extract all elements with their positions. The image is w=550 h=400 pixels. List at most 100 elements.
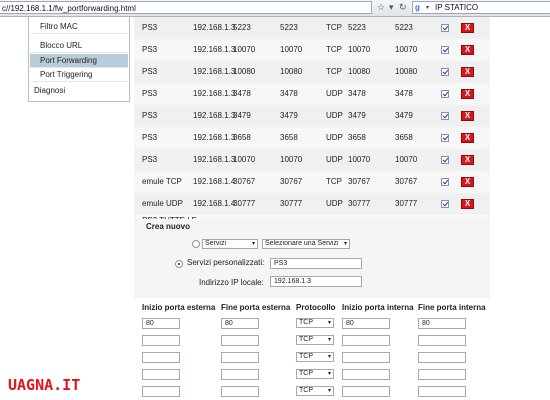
rule-name: emule UDP — [142, 199, 183, 208]
delete-rule-button[interactable]: X — [461, 177, 474, 187]
address-bar[interactable]: c//192.168.1.1/fw_portforwarding.html — [0, 1, 372, 14]
delete-rule-button[interactable]: X — [461, 155, 474, 165]
rule-ext-port: 30767 — [233, 177, 256, 186]
browser-toolbar: c//192.168.1.1/fw_portforwarding.html ☆ … — [0, 0, 550, 17]
delete-rule-button[interactable]: X — [461, 67, 474, 77]
custom-services-input[interactable]: PS3 — [270, 258, 362, 269]
protocol-value: TCP — [299, 387, 313, 394]
ext-start-input[interactable]: 80 — [142, 318, 180, 329]
protocol-select[interactable]: TCP ▾ — [296, 386, 334, 396]
nav-item-diagnosi[interactable]: Diagnosi — [30, 84, 128, 98]
rule-ip: 192.168.1.3 — [193, 89, 236, 98]
ext-start-input[interactable] — [142, 386, 180, 397]
rule-ext-port: 3658 — [233, 133, 251, 142]
int-end-input[interactable] — [418, 386, 466, 397]
rule-int-port: 3478 — [280, 89, 298, 98]
rule-int-port: 10080 — [280, 67, 303, 76]
bookmark-star-icon[interactable]: ☆ — [377, 2, 385, 13]
delete-rule-button[interactable]: X — [461, 89, 474, 99]
rule-ip: 192.168.1.3 — [193, 133, 236, 142]
ext-end-input[interactable]: 80 — [221, 318, 259, 329]
rule-protocol: UDP — [326, 133, 343, 142]
ext-start-input[interactable] — [142, 352, 180, 363]
services-choice-select[interactable]: Selezionare una Servizi ▾ — [262, 239, 350, 249]
rule-row — [134, 105, 490, 127]
rule-row — [134, 127, 490, 149]
nav-item-filtro-mac[interactable]: Filtro MAC — [30, 20, 128, 34]
google-g-icon[interactable]: g — [415, 2, 420, 14]
delete-rule-button[interactable]: X — [461, 199, 474, 209]
rule-ext-port: 10080 — [233, 67, 256, 76]
rule-ext-port-2: 10080 — [348, 67, 371, 76]
ext-end-input[interactable] — [221, 352, 259, 363]
rule-name: PS3 — [142, 67, 158, 76]
search-box[interactable]: g ▾ IP STATICO — [412, 1, 550, 14]
int-end-input[interactable]: 80 — [418, 318, 466, 329]
side-menu: Filtro MAC Blocco URL Port Forwarding Po… — [28, 17, 130, 102]
rule-name: PS3 — [142, 45, 158, 54]
header-ext-start: Inizio porta esterna — [142, 303, 216, 312]
int-end-input[interactable] — [418, 369, 466, 380]
delete-rule-button[interactable]: X — [461, 111, 474, 121]
rule-int-port-2: 30777 — [395, 199, 418, 208]
rule-ext-port: 10070 — [233, 45, 256, 54]
rule-enabled-checkbox[interactable] — [441, 112, 449, 120]
reload-icon[interactable]: ↻ — [399, 2, 407, 13]
rule-enabled-checkbox[interactable] — [441, 178, 449, 186]
nav-item-port-triggering[interactable]: Port Triggering — [30, 68, 128, 82]
rule-int-port: 5223 — [280, 23, 298, 32]
ext-end-input[interactable] — [221, 386, 259, 397]
rule-enabled-checkbox[interactable] — [441, 200, 449, 208]
rule-enabled-checkbox[interactable] — [441, 24, 449, 32]
int-start-input[interactable] — [342, 386, 390, 397]
delete-rule-button[interactable]: X — [461, 23, 474, 33]
int-end-input[interactable] — [418, 335, 466, 346]
rule-ext-port-2: 30767 — [348, 177, 371, 186]
rule-row — [134, 171, 490, 193]
rule-enabled-checkbox[interactable] — [441, 156, 449, 164]
delete-rule-button[interactable]: X — [461, 133, 474, 143]
rule-ip: 192.168.1.3 — [193, 23, 236, 32]
ext-end-input[interactable] — [221, 369, 259, 380]
chevron-down-icon: ▾ — [327, 354, 331, 360]
local-ip-input[interactable]: 192.168.1.3 — [270, 276, 362, 287]
ext-start-input[interactable] — [142, 335, 180, 346]
services-radio[interactable] — [192, 240, 200, 248]
protocol-select[interactable]: TCP ▾ — [296, 369, 334, 379]
protocol-select[interactable]: TCP ▾ — [296, 335, 334, 345]
rule-int-port-2: 5223 — [395, 23, 413, 32]
rule-name: PS3 — [142, 133, 158, 142]
delete-rule-button[interactable]: X — [461, 45, 474, 55]
ext-end-input[interactable] — [221, 335, 259, 346]
rule-protocol: UDP — [326, 155, 343, 164]
protocol-select[interactable]: TCP ▾ — [296, 352, 334, 362]
nav-item-port-forwarding[interactable]: Port Forwarding — [30, 54, 128, 68]
rule-protocol: UDP — [326, 89, 343, 98]
ext-start-input[interactable] — [142, 369, 180, 380]
services-select[interactable]: Servizi ▾ — [202, 239, 258, 249]
int-start-input[interactable] — [342, 335, 390, 346]
int-start-input[interactable] — [342, 369, 390, 380]
rule-enabled-checkbox[interactable] — [441, 90, 449, 98]
dropdown-arrow-icon[interactable]: ▾ — [389, 2, 394, 13]
rule-ip: 192.168.1.4 — [193, 199, 236, 208]
rule-protocol: TCP — [326, 67, 342, 76]
int-start-input[interactable]: 80 — [342, 318, 390, 329]
nav-item-blocco-url[interactable]: Blocco URL — [30, 39, 128, 53]
rule-enabled-checkbox[interactable] — [441, 68, 449, 76]
chevron-down-icon: ▾ — [327, 371, 331, 377]
port-table — [134, 298, 490, 400]
int-end-input[interactable] — [418, 352, 466, 363]
protocol-value: TCP — [299, 353, 313, 360]
rule-int-port: 3479 — [280, 111, 298, 120]
rule-enabled-checkbox[interactable] — [441, 46, 449, 54]
search-engine-dropdown-icon[interactable]: ▾ — [426, 2, 429, 14]
rule-ext-port: 10070 — [233, 155, 256, 164]
protocol-select[interactable]: TCP ▾ — [296, 318, 334, 328]
rule-int-port-2: 3479 — [395, 111, 413, 120]
rule-row — [134, 83, 490, 105]
rule-ip: 192.168.1.3 — [193, 45, 236, 54]
rule-enabled-checkbox[interactable] — [441, 134, 449, 142]
int-start-input[interactable] — [342, 352, 390, 363]
custom-services-radio[interactable] — [175, 260, 183, 268]
